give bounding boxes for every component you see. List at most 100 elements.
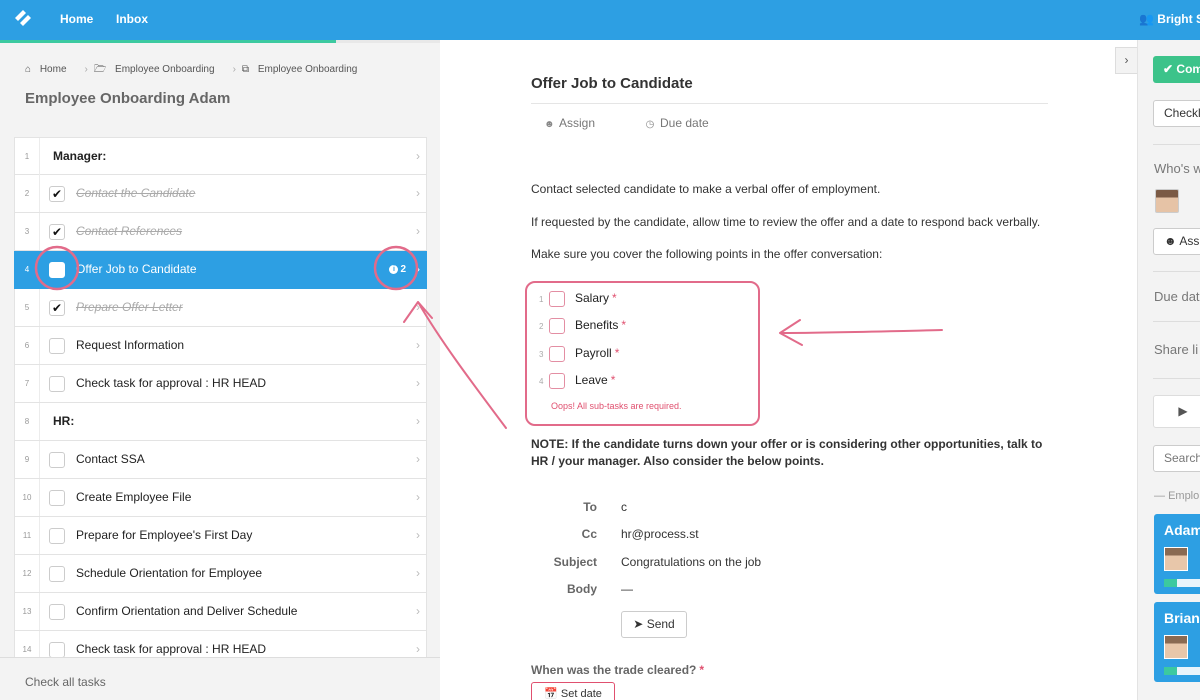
complete-task-button[interactable]: ✔ Com: [1153, 56, 1200, 83]
subtask-number: 2: [539, 322, 544, 332]
email-cc-value: hr@process.st: [621, 527, 699, 541]
subtask-number: 1: [539, 295, 544, 305]
play-button[interactable]: ▶: [1153, 395, 1200, 428]
task-checkbox[interactable]: ✔: [49, 186, 65, 202]
task-number: 6: [15, 327, 40, 364]
send-email-button[interactable]: ➤ Send: [621, 611, 687, 638]
task-item[interactable]: 7 Check task for approval : HR HEAD ›: [14, 365, 427, 403]
task-title: Offer Job to Candidate: [531, 75, 693, 92]
breadcrumb-folder[interactable]: 🗁 Employee Onboarding: [94, 62, 221, 79]
task-checkbox[interactable]: [49, 604, 65, 620]
task-checkbox[interactable]: [49, 338, 65, 354]
task-checkbox[interactable]: [49, 528, 65, 544]
avatar[interactable]: [1155, 189, 1179, 213]
subtask-checkbox[interactable]: [549, 291, 565, 307]
task-description-paragraph: Make sure you cover the following points…: [531, 247, 883, 261]
task-item[interactable]: 11 Prepare for Employee's First Day ›: [14, 517, 427, 555]
task-number: 4: [15, 251, 40, 288]
chevron-right-icon: ›: [416, 300, 420, 314]
nav-inbox[interactable]: Inbox: [116, 12, 148, 26]
chevron-right-icon: ›: [416, 452, 420, 466]
divider: [1153, 321, 1200, 322]
card-progress-fill: [1164, 579, 1177, 587]
task-checkbox[interactable]: [49, 566, 65, 582]
task-label: Prepare Offer Letter: [76, 300, 183, 314]
task-label: HR:: [53, 414, 75, 428]
set-date-label: Set date: [560, 688, 602, 700]
assign-button[interactable]: ☻ Assign: [544, 116, 595, 130]
required-marker: *: [612, 291, 617, 306]
task-item[interactable]: 12 Schedule Orientation for Employee ›: [14, 555, 427, 593]
subtask-label: Payroll: [575, 346, 612, 361]
paper-plane-icon: ➤: [633, 617, 644, 631]
folder-icon: 🗁: [93, 64, 107, 75]
checklist-card[interactable]: Brian: [1154, 602, 1200, 682]
subtask-number: 3: [539, 350, 544, 360]
subtask-checkbox[interactable]: [549, 346, 565, 362]
chevron-right-icon: ›: [416, 528, 420, 542]
checklist-button[interactable]: Checkl: [1153, 100, 1200, 127]
chevron-right-icon: ›: [1124, 53, 1129, 67]
subtask-label: Benefits: [575, 318, 619, 333]
required-marker: *: [699, 663, 705, 677]
badge-count: 2: [400, 264, 406, 275]
task-list: 1 Manager: › 2 ✔ Contact the Candidate › 3 ✔ Cont…: [14, 137, 427, 669]
send-label: Send: [646, 617, 675, 631]
task-checkbox[interactable]: [49, 490, 65, 506]
task-label: Manager:: [53, 149, 107, 163]
subtask-item[interactable]: 3 Payroll *: [539, 346, 619, 362]
nav-home[interactable]: Home: [60, 12, 93, 26]
task-checkbox[interactable]: [49, 452, 65, 468]
task-checkbox[interactable]: [49, 642, 65, 658]
task-label: Request Information: [76, 338, 185, 352]
task-item[interactable]: 2 ✔ Contact the Candidate ›: [14, 175, 427, 213]
subtask-number: 4: [539, 377, 544, 387]
task-label: Contact References: [76, 224, 183, 238]
card-title: Adam: [1164, 522, 1200, 538]
subtask-item[interactable]: 1 Salary *: [539, 291, 617, 307]
search-input[interactable]: Search: [1153, 445, 1200, 472]
task-number: 8: [15, 403, 40, 440]
divider: [1153, 378, 1200, 379]
task-item[interactable]: 9 Contact SSA ›: [14, 441, 427, 479]
task-heading[interactable]: 8 HR: ›: [14, 403, 427, 441]
chevron-right-icon: ›: [416, 338, 420, 352]
subtask-item[interactable]: 4 Leave *: [539, 373, 615, 389]
assign-user-button[interactable]: ☻ Ass: [1153, 228, 1200, 255]
task-item[interactable]: 13 Confirm Orientation and Deliver Schedu…: [14, 593, 427, 631]
task-checkbox[interactable]: ✔: [49, 300, 65, 316]
task-item[interactable]: 10 Create Employee File ›: [14, 479, 427, 517]
chevron-right-icon: ›: [416, 566, 420, 580]
subtask-checkbox[interactable]: [549, 318, 565, 334]
avatar: [1164, 635, 1188, 659]
organization-menu[interactable]: 👥 Bright St: [1139, 12, 1200, 26]
subtask-checkbox[interactable]: [549, 373, 565, 389]
task-label: Confirm Orientation and Deliver Schedule: [76, 604, 298, 618]
check-icon: ✔: [1163, 62, 1174, 76]
calendar-icon: 📅: [544, 688, 558, 700]
breadcrumb-home[interactable]: ⌂ Home: [25, 64, 73, 75]
chevron-right-icon: ›: [416, 149, 420, 163]
due-date-button[interactable]: ◷ Due date: [645, 116, 709, 130]
email-subject-value: Congratulations on the job: [621, 555, 762, 569]
process-street-logo-icon[interactable]: [13, 9, 33, 29]
task-heading[interactable]: 1 Manager: ›: [14, 137, 427, 175]
breadcrumb-template[interactable]: ⧉ Employee Onboarding: [242, 64, 363, 75]
due-date-heading[interactable]: Due dat: [1154, 289, 1200, 304]
check-all-tasks-button[interactable]: Check all tasks: [0, 657, 440, 700]
task-checkbox[interactable]: [49, 262, 65, 278]
users-icon: 👥: [1139, 12, 1154, 26]
task-checkbox[interactable]: ✔: [49, 224, 65, 240]
set-date-button[interactable]: 📅 Set date: [531, 682, 615, 700]
checklist-card[interactable]: Adam: [1154, 514, 1200, 594]
collapse-sidebar-button[interactable]: ›: [1115, 47, 1137, 74]
task-item[interactable]: 3 ✔ Contact References ›: [14, 213, 427, 251]
task-item[interactable]: 4 Offer Job to Candidate i 2 ›: [14, 251, 427, 289]
task-item[interactable]: 5 ✔ Prepare Offer Letter ›: [14, 289, 427, 327]
task-label: Offer Job to Candidate: [76, 262, 197, 276]
share-link-heading[interactable]: Share li: [1154, 342, 1198, 357]
task-item[interactable]: 6 Request Information ›: [14, 327, 427, 365]
task-checkbox[interactable]: [49, 376, 65, 392]
subtask-item[interactable]: 2 Benefits *: [539, 318, 626, 334]
divider: [531, 103, 1048, 104]
